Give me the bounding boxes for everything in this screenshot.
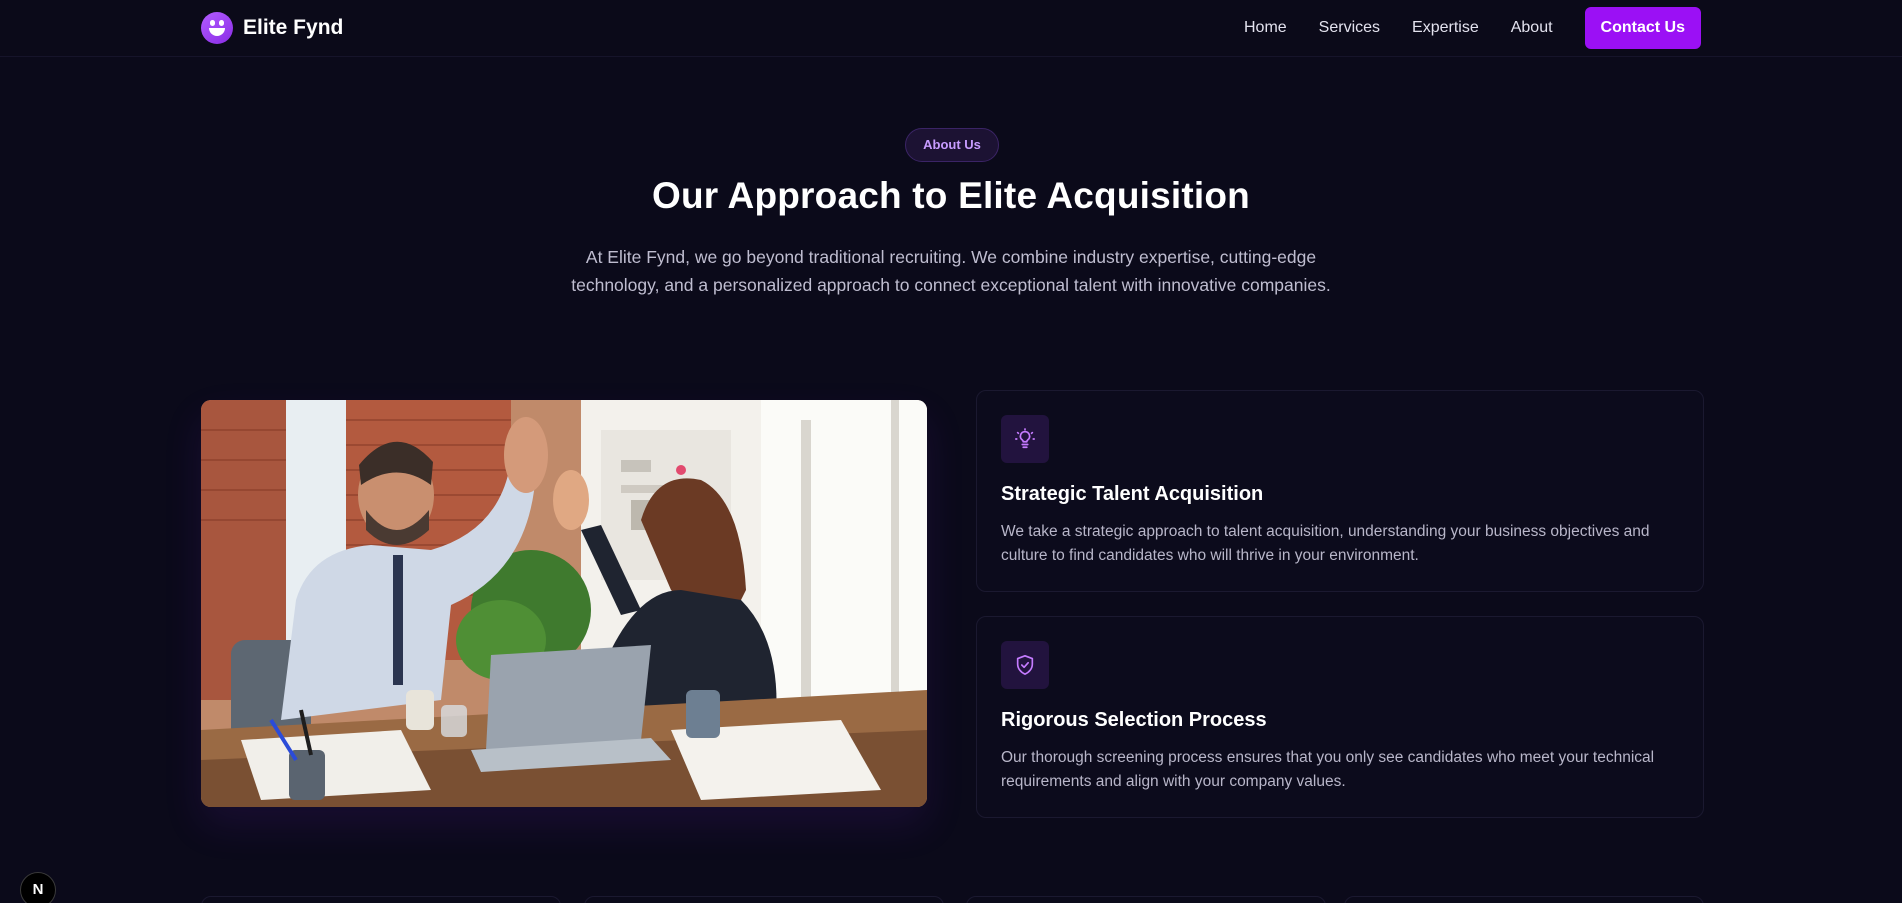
main-nav: Home Services Expertise About Contact Us: [1244, 7, 1701, 49]
feature-card-selection: Rigorous Selection Process Our thorough …: [976, 616, 1704, 818]
feature-description: Our thorough screening process ensures t…: [1001, 749, 1655, 790]
feature-title: Strategic Talent Acquisition: [1001, 483, 1264, 505]
office-high-five-photo: [201, 400, 927, 807]
nav-home-link[interactable]: Home: [1244, 7, 1287, 49]
section-description: At Elite Fynd, we go beyond traditional …: [571, 247, 1331, 295]
next-section-card: [584, 896, 944, 903]
next-section-card: [201, 896, 561, 903]
brand-name: Elite Fynd: [243, 16, 344, 39]
dev-tools-badge[interactable]: N: [20, 872, 56, 903]
feature-title: Rigorous Selection Process: [1001, 709, 1267, 731]
site-header: Elite Fynd Home Services Expertise About…: [0, 0, 1902, 57]
section-title: Our Approach to Elite Acquisition: [652, 175, 1250, 216]
nav-about-link[interactable]: About: [1511, 7, 1553, 49]
feature-card-strategic: Strategic Talent Acquisition We take a s…: [976, 390, 1704, 592]
shield-check-icon: [1001, 641, 1049, 689]
contact-us-button[interactable]: Contact Us: [1584, 7, 1701, 49]
next-section-card: [966, 896, 1326, 903]
next-section-card: [1344, 896, 1704, 903]
feature-description: We take a strategic approach to talent a…: [1001, 523, 1650, 564]
brand-logo-link[interactable]: Elite Fynd: [201, 12, 343, 44]
lightbulb-icon: [1001, 415, 1049, 463]
section-badge: About Us: [905, 128, 999, 162]
nav-services-link[interactable]: Services: [1319, 7, 1380, 49]
nav-expertise-link[interactable]: Expertise: [1412, 7, 1479, 49]
smiley-logo-icon: [201, 12, 233, 44]
